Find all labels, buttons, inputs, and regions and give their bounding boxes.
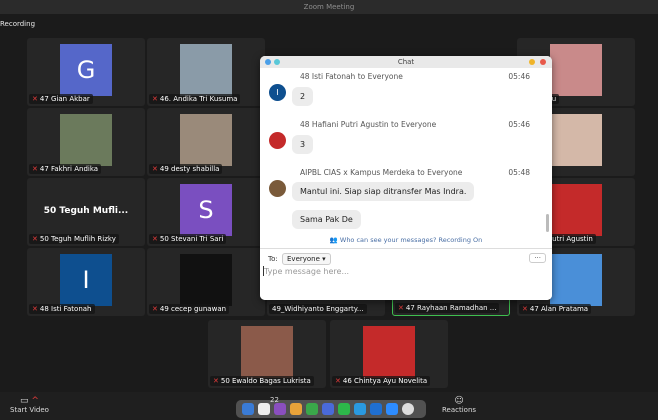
window-title: Zoom Meeting [0, 0, 658, 14]
mic-muted-icon: ✕ [152, 165, 158, 173]
video-feed [550, 114, 602, 166]
avatar: I [60, 254, 112, 306]
mic-muted-icon: ✕ [213, 377, 219, 385]
app-icon[interactable] [338, 403, 350, 415]
chevron-down-icon: ▾ [322, 255, 326, 263]
participant-name: ✕ 49 desty shabilla [149, 164, 223, 174]
video-feed [180, 44, 232, 96]
participant-name: ✕ 47 Fakhri Andika [29, 164, 102, 174]
minimize-icon[interactable] [529, 59, 535, 65]
avatar [269, 132, 286, 149]
video-tile[interactable]: I ✕ 48 Isti Fatonah [27, 248, 145, 316]
video-feed [180, 114, 232, 166]
video-tile[interactable]: ✕ 46 Chintya Ayu Novelita [330, 320, 448, 388]
video-tile[interactable]: ✕ 50 Ewaldo Bagas Lukrista [208, 320, 326, 388]
reactions-button[interactable]: ☺ Reactions [442, 396, 476, 414]
mic-muted-icon: ✕ [32, 95, 38, 103]
mic-muted-icon: ✕ [32, 165, 38, 173]
mic-muted-icon: ✕ [32, 235, 38, 243]
message-sender: AIPBL CIAS x Kampus Merdeka to Everyone [300, 168, 463, 177]
mic-muted-icon: ✕ [152, 305, 158, 313]
mic-muted-icon: ✕ [522, 305, 528, 313]
participant-name: ✕ 47 Gian Akbar [29, 94, 93, 104]
video-tile[interactable]: ✕ 49 desty shabilla [147, 108, 265, 176]
close-icon[interactable] [540, 59, 546, 65]
recording-indicator: Recording [0, 20, 36, 28]
app-icon[interactable] [258, 403, 270, 415]
participant-name: ✕ 50 Teguh Muflih Rizky [29, 234, 119, 244]
message-time: 05:46 [508, 72, 530, 81]
avatar: G [60, 44, 112, 96]
participant-name: ✕ 47 Rayhaan Ramadhan ... [395, 303, 500, 313]
video-tile[interactable]: G ✕ 47 Gian Akbar [27, 38, 145, 106]
app-icon[interactable] [242, 403, 254, 415]
participant-name: ✕ 47 Alan Pratama [519, 304, 592, 314]
message-sender: 48 Hafiani Putri Agustin to Everyone [300, 120, 437, 129]
mic-muted-icon: ✕ [335, 377, 341, 385]
video-feed [550, 184, 602, 236]
chat-window: Chat 48 Isti Fatonah to Everyone 05:46 I… [260, 56, 552, 300]
chat-titlebar: Chat [260, 56, 552, 68]
chat-title: Chat [397, 58, 415, 66]
mic-muted-icon: ✕ [398, 304, 404, 312]
message-sender: 48 Isti Fatonah to Everyone [300, 72, 403, 81]
message-time: 05:48 [508, 168, 530, 177]
video-feed [550, 254, 602, 306]
more-options-icon[interactable]: ··· [529, 253, 546, 263]
participant-name: ✕ 48 Isti Fatonah [29, 304, 95, 314]
avatar: I [269, 84, 286, 101]
start-video-button[interactable]: ▭ ^ Start Video [10, 396, 49, 414]
participant-name: ✕ 46. Andika Tri Kusuma [149, 94, 241, 104]
chat-scrollbar[interactable] [546, 214, 549, 232]
participant-name: 49_Widhiyanto Enggarty... [269, 304, 367, 314]
app-icon[interactable] [290, 403, 302, 415]
video-tile[interactable]: ✕ 46. Andika Tri Kusuma [147, 38, 265, 106]
avatar: S [180, 184, 232, 236]
video-tile[interactable]: ✕ 47 Fakhri Andika [27, 108, 145, 176]
recording-notice[interactable]: 👥 Who can see your messages? Recording O… [260, 236, 552, 244]
app-icon[interactable] [274, 403, 286, 415]
chat-message-input[interactable] [264, 264, 544, 278]
app-icon[interactable] [370, 403, 382, 415]
video-tile[interactable]: S ✕ 50 Stevani Tri Sari [147, 178, 265, 246]
video-feed [550, 44, 602, 96]
zoom-app-icon[interactable] [386, 403, 398, 415]
app-icon[interactable] [354, 403, 366, 415]
chat-messages: 48 Isti Fatonah to Everyone 05:46 I 2 48… [260, 68, 552, 244]
participant-name: ✕ 46 Chintya Ayu Novelita [332, 376, 431, 386]
zoom-screen: Zoom Meeting Recording G ✕ 47 Gian Akbar … [0, 0, 658, 420]
participant-name: ✕ 50 Stevani Tri Sari [149, 234, 227, 244]
avatar [269, 180, 286, 197]
chat-compose: To: Everyone ▾ ··· [260, 248, 552, 300]
mic-muted-icon: ✕ [152, 95, 158, 103]
message-time: 05:46 [508, 120, 530, 129]
video-tile[interactable]: 50 Teguh Mufli... ✕ 50 Teguh Muflih Rizky [27, 178, 145, 246]
video-feed [180, 254, 232, 306]
mic-muted-icon: ✕ [152, 235, 158, 243]
video-feed [363, 326, 415, 378]
app-icon[interactable] [306, 403, 318, 415]
video-feed [60, 114, 112, 166]
mic-muted-icon: ✕ [32, 305, 38, 313]
participant-name: ✕ 49 cecep gunawan [149, 304, 230, 314]
participant-name: ✕ 50 Ewaldo Bagas Lukrista [210, 376, 314, 386]
video-feed [241, 326, 293, 378]
app-icon[interactable] [402, 403, 414, 415]
message-bubble: Mantul ini. Siap siap ditransfer Mas Ind… [292, 182, 475, 201]
message-bubble: Sama Pak De [292, 210, 361, 229]
message-bubble: 3 [292, 135, 314, 154]
video-off-icon: ▭ ^ [20, 396, 39, 406]
reaction-icon: ☺ [454, 396, 464, 406]
to-label: To: [268, 255, 278, 263]
participant-display-name: 50 Teguh Mufli... [43, 206, 129, 216]
app-icon[interactable] [322, 403, 334, 415]
taskbar-dock [236, 400, 426, 418]
video-tile[interactable]: ✕ 49 cecep gunawan [147, 248, 265, 316]
message-bubble: 2 [292, 87, 314, 106]
